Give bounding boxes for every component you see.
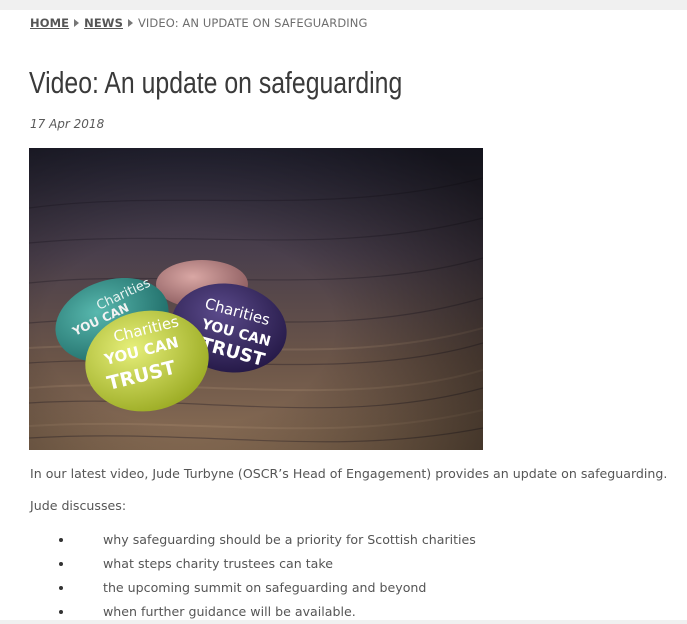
list-item: what steps charity trustees can take — [0, 552, 687, 576]
article-discusses: Jude discusses: — [30, 498, 127, 513]
list-item: when further guidance will be available. — [0, 600, 687, 624]
article-intro: In our latest video, Jude Turbyne (OSCR’… — [30, 466, 668, 481]
caret-right-icon — [127, 19, 133, 27]
bullet-icon — [59, 562, 63, 566]
article-date: 17 Apr 2018 — [30, 117, 105, 131]
article-page: HOME NEWS VIDEO: AN UPDATE ON SAFEGUARDI… — [0, 10, 687, 620]
article-image: Charities YOU CAN Charities YOU CAN TRUS… — [29, 148, 483, 450]
breadcrumb: HOME NEWS VIDEO: AN UPDATE ON SAFEGUARDI… — [30, 16, 368, 30]
caret-right-icon — [74, 19, 80, 27]
bullet-icon — [59, 538, 63, 542]
bullet-icon — [59, 586, 63, 590]
list-item-text: what steps charity trustees can take — [103, 556, 333, 571]
list-item: why safeguarding should be a priority fo… — [0, 528, 687, 552]
breadcrumb-home-link[interactable]: HOME — [30, 16, 69, 30]
badges-photo: Charities YOU CAN Charities YOU CAN TRUS… — [29, 148, 483, 450]
list-item-text: the upcoming summit on safeguarding and … — [103, 580, 427, 595]
page-title: Video: An update on safeguarding — [29, 65, 403, 100]
list-item-text: when further guidance will be available. — [103, 604, 356, 619]
list-item-text: why safeguarding should be a priority fo… — [103, 532, 476, 547]
breadcrumb-current: VIDEO: AN UPDATE ON SAFEGUARDING — [137, 16, 368, 30]
list-item: the upcoming summit on safeguarding and … — [0, 576, 687, 600]
discussion-points-list: why safeguarding should be a priority fo… — [0, 528, 687, 624]
bullet-icon — [59, 610, 63, 614]
breadcrumb-news-link[interactable]: NEWS — [84, 16, 123, 30]
